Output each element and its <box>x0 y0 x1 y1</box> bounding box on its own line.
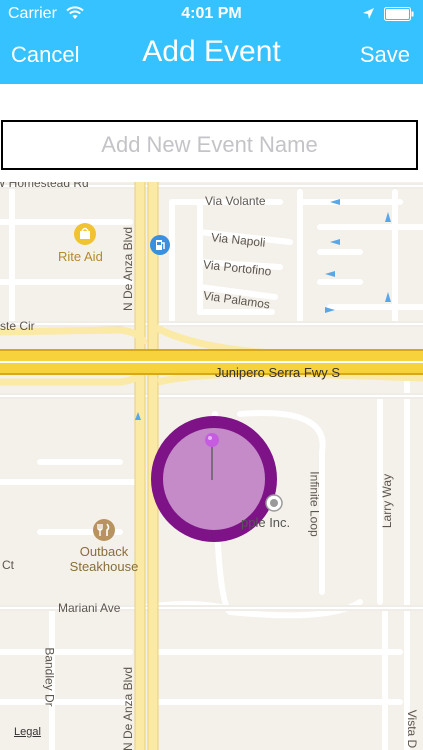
street-label-mariani: Mariani Ave <box>58 601 121 615</box>
street-label-vista: Vista D <box>405 709 420 749</box>
save-button[interactable]: Save <box>360 42 410 68</box>
street-label-via-volante: Via Volante <box>205 194 266 208</box>
street-label-ct: Ct <box>2 558 14 572</box>
battery-icon <box>384 7 414 26</box>
event-name-field-wrapper <box>0 120 423 172</box>
legal-link[interactable]: Legal <box>14 726 41 738</box>
street-label-infinite-loop: Infinite Loop <box>307 471 322 537</box>
rite-aid-label: Rite Aid <box>58 249 103 264</box>
street-label-homestead: W Homestead Rd <box>0 182 89 190</box>
outback-label: Outback Steakhouse <box>69 544 139 574</box>
clock-label: 4:01 PM <box>181 5 242 22</box>
map-view[interactable]: Rite Aid Outback Steakhouse pple Inc. W … <box>0 182 423 750</box>
street-label-larry-way: Larry Way <box>380 473 395 529</box>
street-label-ste-cir: ste Cir <box>0 319 35 333</box>
event-name-input[interactable] <box>1 120 418 170</box>
street-label-de-anza-bottom: N De Anza Blvd <box>121 666 136 750</box>
location-arrow-icon <box>362 7 375 25</box>
street-label-freeway: Junipero Serra Fwy S <box>215 365 340 380</box>
street-label-bandley: Bandley Dr <box>42 647 57 707</box>
apple-label: pple Inc. <box>241 515 291 530</box>
status-bar: Carrier 4:01 PM <box>0 0 423 30</box>
navigation-header: Carrier 4:01 PM Cancel Add Event Save <box>0 0 423 84</box>
street-label-de-anza-top: N De Anza Blvd <box>121 226 136 312</box>
